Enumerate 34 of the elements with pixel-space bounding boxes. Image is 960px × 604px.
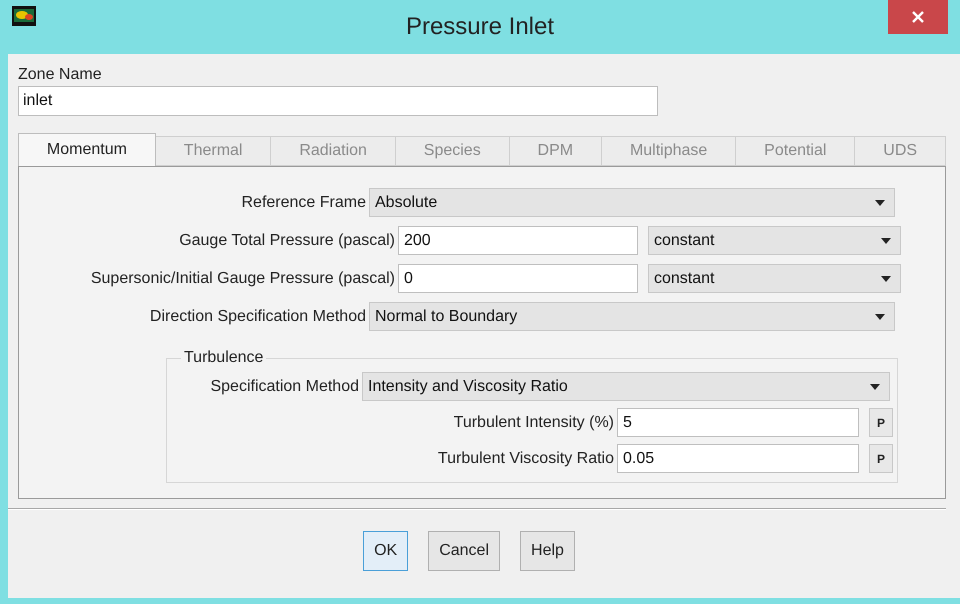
field-label: Specification Method: [209, 376, 359, 396]
caret-icon: [881, 276, 891, 282]
dropdown[interactable]: constant: [648, 264, 901, 293]
zone-name-field[interactable]: inlet: [18, 86, 658, 116]
window-title: Pressure Inlet: [406, 12, 554, 42]
app-icon: [12, 6, 36, 26]
caret-icon: [881, 238, 891, 244]
zone-name-label: Zone Name: [18, 65, 103, 85]
field-label: Reference Frame: [240, 192, 366, 212]
tab[interactable]: Momentum: [18, 133, 156, 166]
field-label: Supersonic/Initial Gauge Pressure (pascal): [90, 268, 395, 288]
parameter-button[interactable]: P: [869, 444, 893, 473]
dialog-button[interactable]: Help: [520, 531, 575, 571]
dialog-button[interactable]: Cancel: [428, 531, 500, 571]
parameter-button[interactable]: P: [869, 408, 893, 437]
dialog-button[interactable]: OK: [363, 531, 408, 571]
dropdown[interactable]: Intensity and Viscosity Ratio: [362, 372, 890, 401]
input-field[interactable]: 0: [398, 264, 638, 293]
field-label: Turbulent Viscosity Ratio: [436, 448, 614, 468]
caret-icon: [875, 200, 885, 206]
close-icon: [912, 11, 924, 23]
dropdown[interactable]: Absolute: [369, 188, 895, 217]
input-field[interactable]: 5: [617, 408, 859, 437]
caret-icon: [870, 384, 880, 390]
dropdown[interactable]: constant: [648, 226, 901, 255]
group-title: Turbulence: [183, 348, 264, 368]
field-label: Direction Specification Method: [148, 306, 366, 326]
input-field[interactable]: 200: [398, 226, 638, 255]
close-button[interactable]: [888, 0, 948, 34]
input-field[interactable]: 0.05: [617, 444, 859, 473]
field-label: Gauge Total Pressure (pascal): [178, 230, 395, 250]
caret-icon: [875, 314, 885, 320]
field-label: Turbulent Intensity (%): [452, 412, 614, 432]
dropdown[interactable]: Normal to Boundary: [369, 302, 895, 331]
